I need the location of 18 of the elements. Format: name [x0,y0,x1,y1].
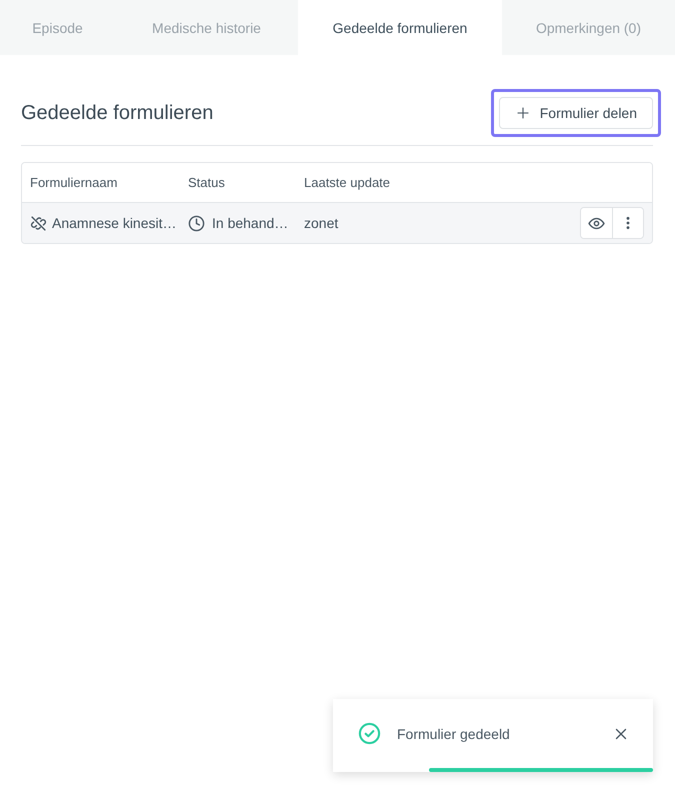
tab[interactable]: Gedeelde formulieren [298,0,502,55]
broken-link-icon [30,214,47,232]
check-circle-icon [358,722,381,745]
tab[interactable]: Opmerkingen (0) [502,0,675,55]
clock-icon [188,214,205,232]
toast-message: Formulier gedeeld [397,726,511,742]
close-icon [615,728,627,740]
column-header: Status [188,175,226,190]
column-header: Laatste update [304,175,392,190]
tab[interactable]: Episode [0,0,115,55]
section-title: Gedeelde formulieren [21,102,214,124]
updated-text: zonet [304,215,338,231]
status-text: In behand… [212,215,288,231]
column-header: Formuliernaam [29,175,118,190]
share-form-button[interactable]: Formulier delen [498,97,653,129]
form-name: Anamnese kinesit… [52,215,177,231]
tab[interactable]: Medische historie [115,0,298,55]
plus-icon [516,107,529,119]
